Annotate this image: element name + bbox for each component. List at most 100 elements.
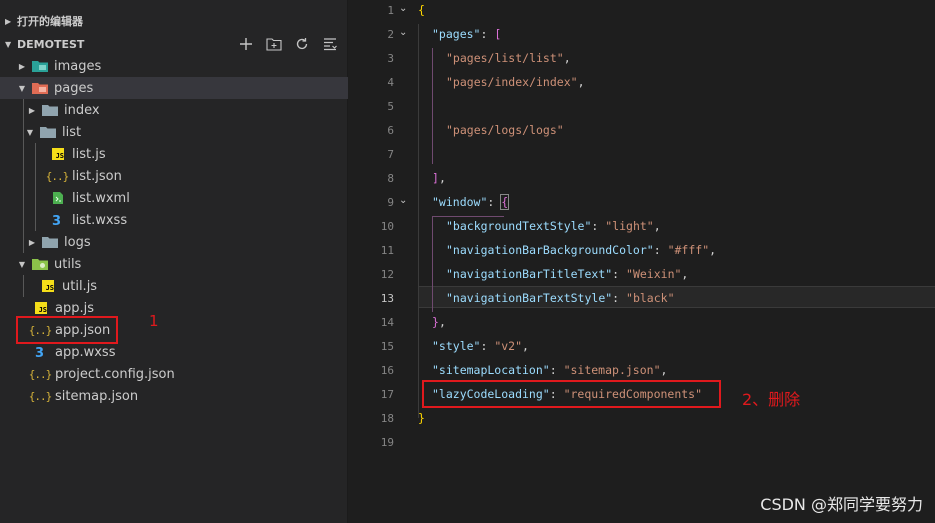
fold-chevron-icon[interactable]: ⌄ [399, 195, 407, 206]
line-number: 7 [387, 148, 394, 161]
tree-item-label: list.wxss [72, 212, 128, 228]
project-label: DEMOTEST [17, 37, 85, 51]
annotation-number-1: 1 [149, 312, 159, 330]
fold-chevron-icon[interactable]: ⌄ [399, 27, 407, 38]
line-number: 3 [387, 52, 394, 65]
code-editor[interactable]: 1 2 3 4 5 6 7 8 9 10 11 12 13 14 15 16 1… [348, 0, 935, 523]
tree-item-sitemap-json[interactable]: {..} sitemap.json [0, 385, 378, 407]
token-string: "black" [626, 291, 675, 305]
line-number: 4 [387, 76, 394, 89]
folder-icon [42, 234, 58, 250]
token-key: "window" [432, 195, 488, 209]
token-brace: { [418, 3, 425, 17]
svg-text:3: 3 [52, 214, 61, 227]
tree-item-list-wxml[interactable]: list.wxml [0, 187, 397, 209]
code-line-3: "pages/list/list", [446, 51, 571, 65]
tree-item-pages[interactable]: ▼ pages [0, 77, 364, 99]
js-file-icon: JS [50, 146, 66, 162]
code-line-18: } [418, 411, 425, 425]
tree-item-list[interactable]: ▼ list [0, 121, 372, 143]
code-line-16: "sitemapLocation": "sitemap.json", [432, 363, 667, 377]
css-file-icon: 3 [50, 212, 66, 228]
token-key: "navigationBarTitleText" [446, 267, 613, 281]
line-number: 9 [387, 196, 394, 209]
js-file-icon: JS [40, 278, 56, 294]
token-string: "Weixin" [626, 267, 682, 281]
tree-item-label: project.config.json [55, 366, 175, 382]
tree-item-util-js[interactable]: JS util.js [0, 275, 387, 297]
token-key: "backgroundTextStyle" [446, 219, 592, 233]
chevron-down-icon: ▼ [5, 39, 12, 49]
token-string: "light" [605, 219, 654, 233]
explorer-toolbar [237, 33, 339, 55]
tree-item-list-js[interactable]: JS list.js [0, 143, 397, 165]
token-brace-matched: { [500, 194, 510, 210]
new-folder-icon[interactable] [265, 35, 283, 53]
tree-item-index[interactable]: ▶ index [0, 99, 374, 121]
tree-item-list-json[interactable]: {..} list.json [0, 165, 395, 187]
tree-item-project-config-json[interactable]: {..} project.config.json [0, 363, 378, 385]
folder-icon [42, 102, 58, 118]
tree-item-utils[interactable]: ▼ utils [0, 253, 364, 275]
line-number: 17 [380, 388, 394, 401]
token-key: "navigationBarTextStyle" [446, 291, 613, 305]
tree-item-label: app.js [55, 300, 94, 316]
pages-folder-icon [32, 80, 48, 96]
token-key: "navigationBarBackgroundColor" [446, 243, 654, 257]
json-file-icon: {..} [45, 169, 69, 183]
annotation-box-lazy-code-loading [422, 380, 721, 408]
token-colon: : [480, 339, 495, 353]
tree-item-label: logs [64, 234, 91, 250]
code-line-11: "navigationBarBackgroundColor": "#fff", [446, 243, 716, 257]
json-file-icon: {..} [28, 389, 52, 403]
tree-item-images[interactable]: ▶ images [0, 55, 364, 77]
svg-text:3: 3 [35, 346, 44, 359]
code-line-14: }, [432, 315, 446, 329]
tree-item-label: list.wxml [72, 190, 130, 206]
chevron-right-icon: ▶ [28, 105, 36, 115]
token-comma: , [438, 315, 446, 329]
tree-item-label: util.js [62, 278, 98, 294]
folder-open-icon [40, 124, 56, 140]
token-string: "pages/list/list" [446, 51, 564, 65]
chevron-right-icon: ▶ [18, 61, 26, 71]
watermark: CSDN @郑同学要努力 [760, 495, 923, 514]
new-file-icon[interactable] [237, 35, 255, 53]
annotation-box-app-json [16, 316, 118, 344]
fold-chevron-icon[interactable]: ⌄ [399, 3, 407, 14]
line-number: 10 [380, 220, 394, 233]
chevron-down-icon: ▼ [18, 259, 26, 269]
code-line-6: "pages/logs/logs" [446, 123, 564, 137]
token-string: "pages/index/index" [446, 75, 578, 89]
token-comma: , [563, 51, 571, 65]
line-number: 12 [380, 268, 394, 281]
refresh-icon[interactable] [293, 35, 311, 53]
tree-item-list-wxss[interactable]: 3 list.wxss [0, 209, 397, 231]
open-editors-header[interactable]: ▶ 打开的编辑器 [0, 10, 347, 32]
token-brace: } [432, 315, 439, 329]
token-comma: , [522, 339, 529, 353]
tree-item-label: list.json [72, 168, 122, 184]
bracket-guide [432, 48, 433, 164]
token-colon: : [612, 267, 627, 281]
token-bracket: ] [432, 171, 439, 185]
token-colon: : [480, 27, 495, 41]
tree-item-label: pages [54, 80, 94, 96]
tree-item-app-wxss[interactable]: 3 app.wxss [0, 341, 380, 363]
images-folder-icon [32, 58, 48, 74]
chevron-down-icon: ▼ [18, 83, 26, 93]
bracket-guide [432, 216, 504, 217]
token-comma: , [709, 243, 717, 257]
line-number: 1 [387, 4, 394, 17]
code-line-10: "backgroundTextStyle": "light", [446, 219, 661, 233]
annotation-delete-label: 2、删除 [742, 390, 801, 409]
bracket-guide [432, 216, 433, 312]
css-file-icon: 3 [33, 344, 49, 360]
tree-item-logs[interactable]: ▶ logs [0, 231, 374, 253]
collapse-all-icon[interactable] [321, 35, 339, 53]
token-key: "pages" [432, 27, 481, 41]
token-comma: , [653, 219, 661, 233]
project-header[interactable]: ▼ DEMOTEST [0, 33, 347, 55]
token-string: "#fff" [667, 243, 710, 257]
token-colon: : [591, 219, 606, 233]
